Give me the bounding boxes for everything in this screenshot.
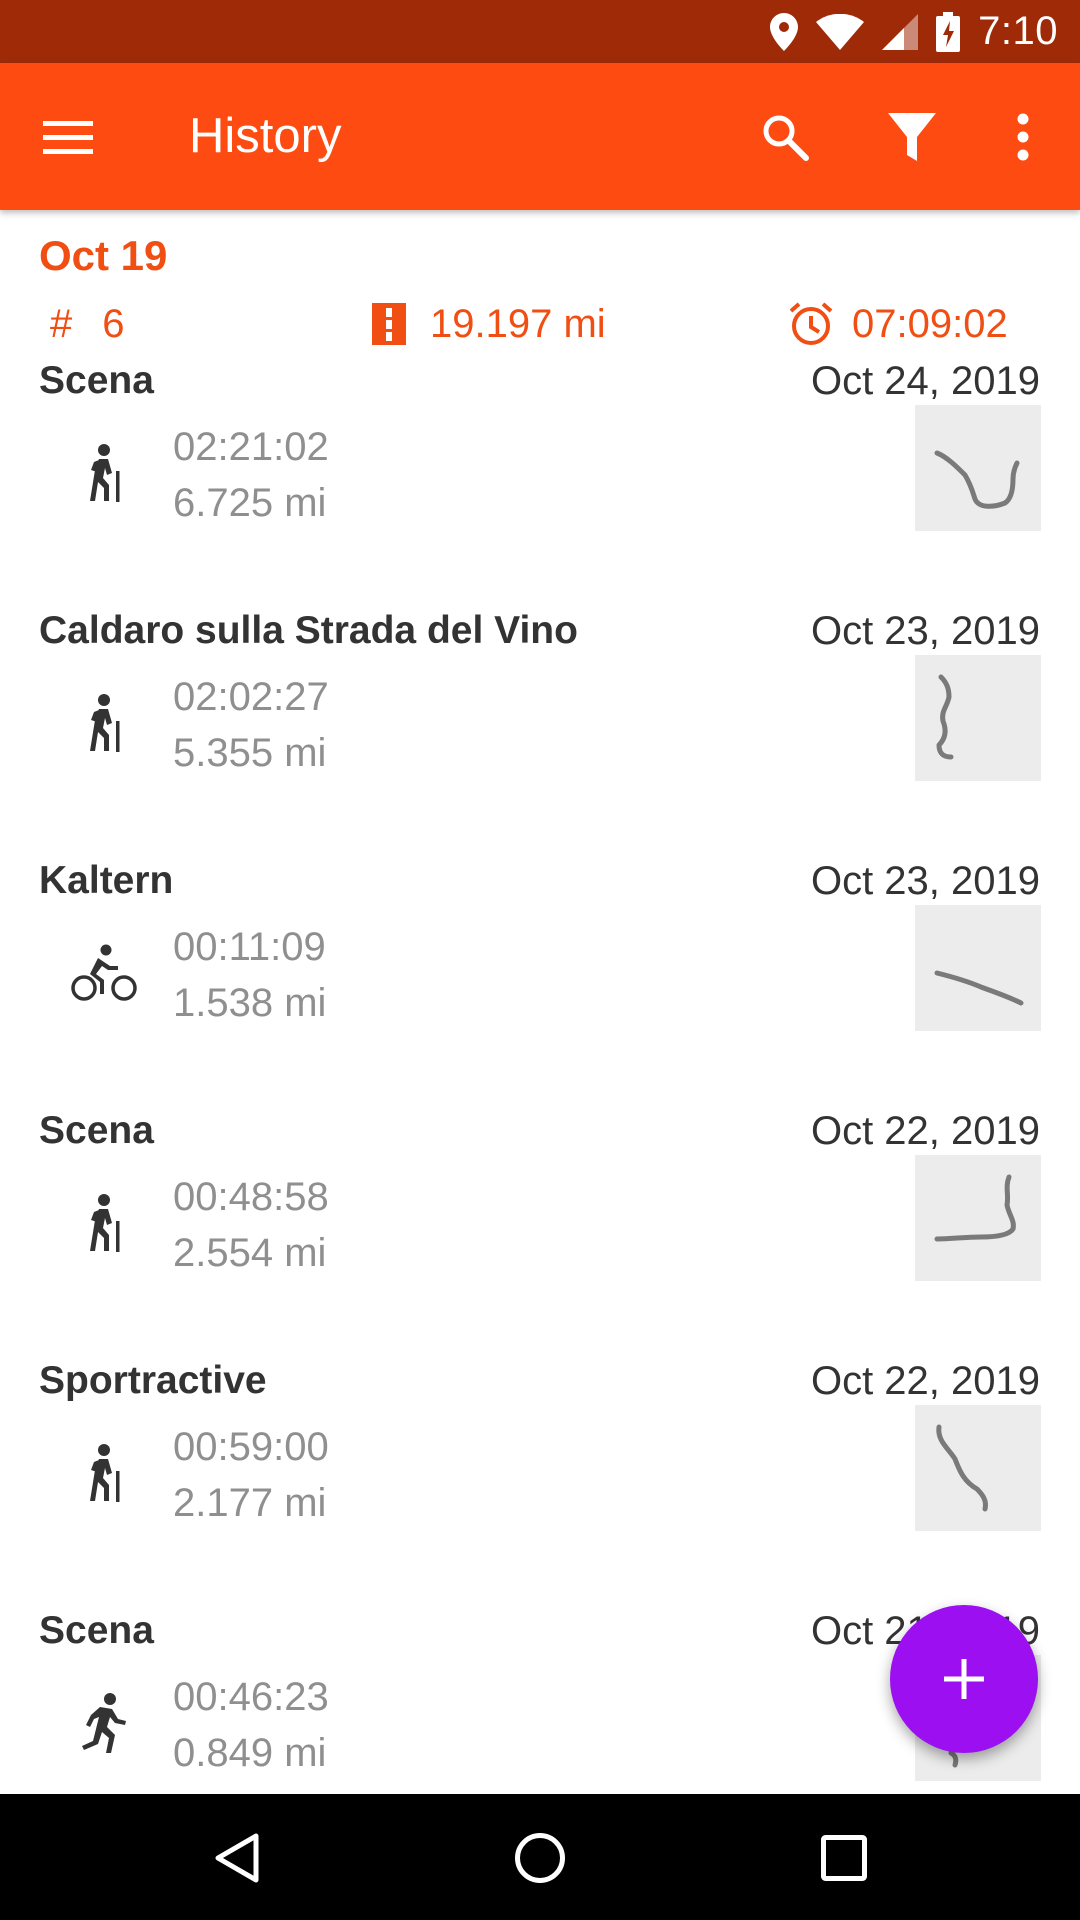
activity-duration: 02:02:27: [173, 675, 329, 719]
activity-duration: 00:48:58: [173, 1175, 329, 1219]
wifi-icon: [816, 13, 865, 50]
list-item[interactable]: Scena Oct 24, 2019 02:21:02 6.725 mi: [0, 357, 1080, 607]
page-title: History: [189, 109, 342, 163]
activity-date: Oct 24, 2019: [810, 359, 1040, 403]
list-item[interactable]: Kaltern Oct 23, 2019 00:11:09 1.538 mi: [0, 857, 1080, 1107]
route-thumbnail: [915, 655, 1041, 781]
activity-type: [62, 1681, 146, 1765]
hiking-icon: [90, 694, 120, 752]
running-icon: [82, 1693, 126, 1753]
road-icon: [372, 303, 406, 345]
activity-name: Sportractive: [39, 1359, 267, 1402]
duration-value: 07:09:02: [852, 302, 1008, 346]
navigation-bar: [0, 1794, 1080, 1920]
home-icon: [515, 1833, 565, 1883]
activity-type: [62, 681, 146, 765]
activity-duration: 02:21:02: [173, 425, 329, 469]
plus-icon: [944, 1659, 984, 1699]
hiking-icon: [90, 444, 120, 502]
signal-icon: [882, 13, 919, 50]
battery-charging-icon: [936, 11, 961, 52]
activity-distance: 1.538 mi: [173, 981, 327, 1025]
activity-distance: 0.849 mi: [173, 1731, 327, 1775]
back-icon: [215, 1833, 259, 1883]
route-map: [934, 970, 1024, 1006]
alarm-clock-icon: [789, 302, 833, 345]
back-button[interactable]: [206, 1827, 268, 1889]
activity-type: [62, 1431, 146, 1515]
activity-duration: 00:59:00: [173, 1425, 329, 1469]
recents-button[interactable]: [813, 1827, 875, 1889]
search-button[interactable]: [754, 106, 816, 168]
more-vert-icon: [1017, 113, 1029, 161]
route-thumbnail: [915, 1155, 1041, 1281]
filter-icon: [888, 113, 936, 161]
activity-date: Oct 23, 2019: [810, 859, 1040, 903]
activity-type: [62, 1181, 146, 1265]
activity-name: Caldaro sulla Strada del Vino: [39, 609, 578, 652]
status-time: 7:10: [978, 9, 1058, 53]
route-map: [936, 674, 954, 760]
route-thumbnail: [915, 405, 1041, 531]
activity-distance: 2.554 mi: [173, 1231, 327, 1275]
activity-name: Kaltern: [39, 859, 174, 902]
activity-name: Scena: [39, 359, 154, 402]
list-item[interactable]: Sportractive Oct 22, 2019 00:59:00 2.177…: [0, 1357, 1080, 1607]
count-value: 6: [102, 302, 125, 346]
activity-type: [62, 931, 146, 1015]
summary-date: Oct 19: [39, 232, 168, 279]
cycling-icon: [71, 944, 137, 1001]
activity-distance: 2.177 mi: [173, 1481, 327, 1525]
activity-date: Oct 22, 2019: [810, 1359, 1040, 1403]
activity-duration: 00:46:23: [173, 1675, 329, 1719]
list-item[interactable]: Caldaro sulla Strada del Vino Oct 23, 20…: [0, 607, 1080, 857]
summary-stats: # 6 19.197 mi 07:09:02: [0, 296, 1080, 352]
filter-button[interactable]: [881, 106, 943, 168]
activity-name: Scena: [39, 1109, 154, 1152]
activity-type: [62, 431, 146, 515]
route-thumbnail: [915, 1405, 1041, 1531]
route-map: [936, 1424, 988, 1512]
list-item[interactable]: Scena Oct 22, 2019 00:48:58 2.554 mi: [0, 1107, 1080, 1357]
search-icon: [763, 115, 809, 161]
distance-value: 19.197 mi: [430, 302, 606, 346]
route-map: [934, 450, 1020, 509]
summary-distance: 19.197 mi: [372, 300, 606, 348]
menu-icon: [43, 121, 93, 154]
count-symbol: #: [50, 302, 73, 346]
activity-name: Scena: [39, 1609, 154, 1652]
app-root: 7:10 History Oct 19 # 6 19.197 mi 07:09:…: [0, 0, 1080, 1920]
activity-date: Oct 23, 2019: [810, 609, 1040, 653]
add-activity-button[interactable]: [890, 1605, 1038, 1753]
activity-date: Oct 22, 2019: [810, 1109, 1040, 1153]
recents-icon: [821, 1835, 867, 1881]
toolbar: History: [0, 63, 1080, 210]
hiking-icon: [90, 1194, 120, 1252]
menu-button[interactable]: [40, 109, 96, 165]
location-icon: [770, 12, 799, 51]
route-thumbnail: [915, 905, 1041, 1031]
hiking-icon: [90, 1444, 120, 1502]
status-bar: 7:10: [0, 0, 1080, 63]
summary-duration: 07:09:02: [788, 300, 1008, 348]
route-map: [934, 1174, 1016, 1242]
activity-duration: 00:11:09: [173, 925, 326, 969]
status-icons: 7:10: [770, 0, 1058, 63]
activity-distance: 6.725 mi: [173, 481, 327, 525]
summary-count: # 6: [50, 300, 125, 348]
more-options-button[interactable]: [992, 106, 1054, 168]
activity-distance: 5.355 mi: [173, 731, 327, 775]
home-button[interactable]: [509, 1827, 571, 1889]
